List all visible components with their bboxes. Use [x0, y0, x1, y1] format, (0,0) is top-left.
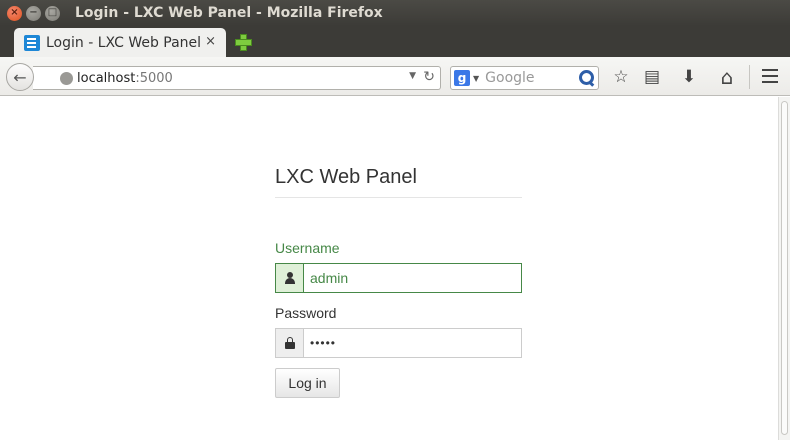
reload-icon[interactable]: ↻	[423, 69, 435, 85]
bookmark-star-icon[interactable]: ☆	[610, 66, 632, 88]
password-label: Password	[275, 305, 337, 321]
vertical-scrollbar[interactable]	[778, 97, 790, 440]
home-icon[interactable]: ⌂	[716, 65, 738, 89]
toolbar-separator	[749, 65, 750, 89]
downloads-icon[interactable]: ⬇	[678, 66, 700, 88]
bookmarks-menu-icon[interactable]: ▤	[641, 66, 663, 88]
tab-strip: Login - LXC Web Panel ×	[0, 26, 790, 57]
title-divider	[275, 197, 522, 198]
search-bar[interactable]: g ▼ Google	[450, 66, 599, 90]
lxc-favicon-icon	[24, 34, 40, 51]
window-minimize-button[interactable]: −	[26, 5, 41, 21]
window-title: Login - LXC Web Panel - Mozilla Firefox	[75, 5, 383, 21]
password-field[interactable]: •••••	[303, 328, 522, 358]
user-icon	[284, 272, 296, 284]
url-port: :5000	[135, 70, 173, 86]
url-host: localhost	[77, 70, 136, 86]
url-history-dropdown-icon[interactable]: ▼	[409, 71, 416, 81]
username-input-group: admin	[275, 263, 522, 293]
username-addon	[275, 263, 303, 293]
tab-title: Login - LXC Web Panel	[46, 34, 202, 51]
password-addon	[275, 328, 303, 358]
scrollbar-thumb[interactable]	[781, 101, 788, 435]
tab-login[interactable]: Login - LXC Web Panel ×	[14, 28, 226, 57]
google-engine-icon[interactable]: g	[454, 70, 470, 86]
password-input-group: •••••	[275, 328, 522, 358]
back-button[interactable]: ←	[6, 63, 34, 91]
magnifier-icon[interactable]	[579, 70, 594, 85]
tab-close-icon[interactable]: ×	[205, 34, 216, 49]
lock-icon	[284, 337, 295, 349]
back-arrow-icon: ←	[13, 67, 27, 87]
page-content: LXC Web Panel Username admin Password ••…	[0, 97, 778, 440]
window-close-button[interactable]: ×	[7, 5, 22, 21]
page-title: LXC Web Panel	[275, 166, 417, 188]
url-bar[interactable]: localhost:5000 ▼ ↻	[33, 66, 441, 90]
window-maximize-button[interactable]: □	[45, 5, 60, 21]
username-field[interactable]: admin	[303, 263, 522, 293]
search-input[interactable]: Google	[485, 70, 534, 86]
username-label: Username	[275, 240, 340, 256]
search-engine-dropdown-icon[interactable]: ▼	[473, 74, 479, 83]
menu-hamburger-icon[interactable]	[762, 69, 778, 83]
window-titlebar: × − □ Login - LXC Web Panel - Mozilla Fi…	[0, 0, 790, 26]
globe-icon	[60, 71, 73, 85]
login-button[interactable]: Log in	[275, 368, 340, 398]
navigation-toolbar: localhost:5000 ▼ ↻ ← g ▼ Google ☆ ▤ ⬇ ⌂	[0, 57, 790, 96]
new-tab-plus-icon[interactable]	[234, 33, 252, 51]
